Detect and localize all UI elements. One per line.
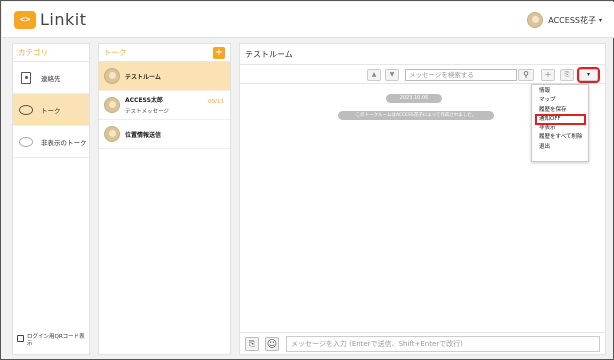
top-bar: <> Linkit ACCESS花子 ▾ <box>2 2 614 38</box>
list-item[interactable]: ACCESS太郎 テストメッセージ 09/11 <box>99 91 230 120</box>
search-input[interactable] <box>405 69 517 81</box>
category-panel: カテゴリ 連絡先 トーク 非表示のトーク ログイン用QRコード表示 <box>12 43 90 355</box>
menu-item-save-history[interactable]: 履歴を保存 <box>532 106 588 115</box>
add-member-button[interactable]: + <box>541 69 555 81</box>
list-item[interactable]: 位置情報送信 <box>99 120 230 149</box>
room-dropdown-menu: 情報 マップ 履歴を保存 通知OFF 非表示 履歴をすべて削除 退出 <box>531 84 589 162</box>
qr-login-link[interactable]: ログイン用QRコード表示 <box>17 334 89 348</box>
user-menu[interactable]: ACCESS花子 ▾ <box>527 12 602 28</box>
logo-icon: <> <box>14 10 36 29</box>
search-prev-button[interactable]: ▲ <box>367 69 381 81</box>
add-talk-button[interactable]: + <box>213 47 225 59</box>
chevron-down-icon: ▾ <box>598 16 602 24</box>
category-header: カテゴリ <box>13 44 89 62</box>
talk-name: テストルーム <box>125 73 161 81</box>
category-item-hidden-talk[interactable]: 非表示のトーク <box>13 126 89 158</box>
avatar <box>104 68 120 84</box>
attach-file-icon[interactable]: ⎘ <box>560 69 574 81</box>
room-title: テストルーム <box>240 44 605 65</box>
app-window: <> Linkit ACCESS花子 ▾ カテゴリ 連絡先 トーク 非表示のトー… <box>0 0 614 360</box>
emoji-icon[interactable]: ☺ <box>265 337 279 351</box>
category-item-label: 連絡先 <box>41 74 61 83</box>
app-name: Linkit <box>40 10 87 29</box>
contacts-icon <box>19 71 33 84</box>
menu-item-leave[interactable]: 退出 <box>532 143 588 152</box>
user-name: ACCESS花子 <box>548 15 596 25</box>
category-item-talk[interactable]: トーク <box>13 94 89 126</box>
message-input[interactable] <box>286 336 600 352</box>
attachment-icon[interactable]: ⎘ <box>245 337 259 351</box>
category-item-label: 非表示のトーク <box>41 138 87 147</box>
search-next-button[interactable]: ▼ <box>385 69 399 81</box>
talk-name: ACCESS太郎 <box>125 97 163 104</box>
category-item-contacts[interactable]: 連絡先 <box>13 62 89 94</box>
talk-preview: テストメッセージ <box>125 109 169 115</box>
avatar <box>104 126 120 142</box>
talk-list-panel: トーク + テストルーム ACCESS太郎 テストメッセージ 09/11 位置情… <box>98 43 231 355</box>
talk-list-header: トーク <box>99 44 230 62</box>
lock-icon <box>17 335 24 342</box>
talk-date: 09/11 <box>208 99 224 105</box>
qr-login-label: ログイン用QRコード表示 <box>27 334 85 347</box>
chat-bubble-icon <box>19 103 33 116</box>
chat-room-panel: テストルーム ▲ ▼ ⚲ + ⎘ ▾ 2023.10.06 このトークルームはA… <box>239 43 606 355</box>
date-separator: 2023.10.06 <box>386 94 442 103</box>
menu-item-hide[interactable]: 非表示 <box>532 124 588 133</box>
list-item[interactable]: テストルーム <box>99 62 230 91</box>
menu-item-delete-history[interactable]: 履歴をすべて削除 <box>532 133 588 142</box>
search-icon[interactable]: ⚲ <box>518 69 534 81</box>
message-composer: ⎘ ☺ <box>240 332 605 354</box>
app-logo: <> Linkit <box>14 10 86 29</box>
category-item-label: トーク <box>41 106 61 115</box>
avatar <box>104 97 120 113</box>
hidden-chat-icon <box>19 135 33 148</box>
talk-name: 位置情報送信 <box>125 131 162 139</box>
menu-item-notification-off[interactable]: 通知OFF <box>535 113 586 126</box>
room-toolbar: ▲ ▼ ⚲ + ⎘ ▾ <box>240 66 605 84</box>
avatar <box>527 12 544 28</box>
system-message: このトークルームはACCESS花子によって作成されました。 <box>338 111 494 120</box>
menu-item-info[interactable]: 情報 <box>532 87 588 96</box>
room-menu-button[interactable]: ▾ <box>577 67 600 83</box>
menu-item-map[interactable]: マップ <box>532 96 588 105</box>
